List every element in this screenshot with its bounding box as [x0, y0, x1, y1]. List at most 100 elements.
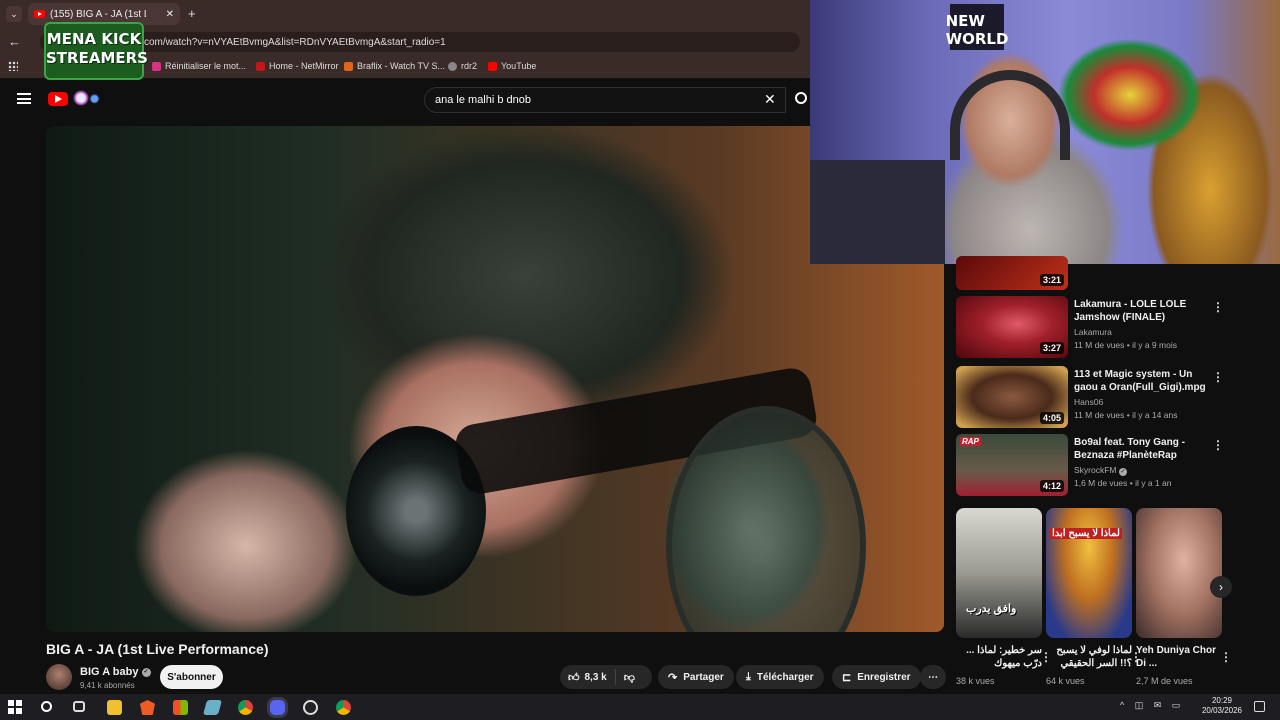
short-thumbnail: لماذا لا يسبح ابدا — [1046, 508, 1132, 638]
video-thumbnail: 3:21 — [956, 256, 1068, 290]
channel-avatar[interactable] — [46, 664, 72, 690]
verified-badge-icon: ✓ — [1118, 468, 1127, 476]
share-button[interactable]: ↷ Partager — [658, 665, 734, 689]
chrome-icon[interactable] — [336, 700, 351, 715]
windows-taskbar — [0, 694, 1280, 720]
bookmark-youtube[interactable]: YouTube — [488, 61, 536, 71]
search-icon[interactable] — [795, 92, 807, 104]
dislike-button[interactable]: 👎︎ — [616, 671, 643, 684]
recommendation-item[interactable]: 4:05 113 et Magic system - Un gaou a Ora… — [956, 366, 1226, 428]
share-arrow-icon: ↷ — [668, 671, 678, 684]
doodle-icon — [72, 90, 102, 106]
more-options-icon[interactable]: ⋮ — [1212, 438, 1224, 452]
clear-search-icon[interactable]: ✕ — [764, 91, 776, 108]
short-thumbnail: وافق يدرب — [956, 508, 1042, 638]
recommendation-channel[interactable]: Hans06 — [1074, 397, 1103, 407]
duration-badge: 3:27 — [1039, 342, 1064, 354]
store-icon[interactable] — [173, 700, 188, 715]
apps-grid-icon[interactable] — [8, 61, 18, 71]
save-button[interactable]: ⊏ Enregistrer — [832, 665, 921, 689]
short-title: سر خطير: لماذا ... درّب ميهوك — [966, 645, 1042, 669]
short-item[interactable]: لماذا لا يسبح ابدا لماذا لوفي لا يسبح ؟!… — [1046, 508, 1142, 686]
verified-badge-icon: ✓ — [141, 667, 151, 677]
youtube-favicon-icon — [34, 10, 45, 18]
task-view-icon[interactable] — [73, 701, 85, 712]
streamer-webcam: NEW WORLD — [810, 0, 1280, 264]
short-views: 2,7 M de vues — [1136, 676, 1193, 686]
headset — [950, 70, 1070, 160]
video-thumbnail: 3:27 — [956, 296, 1068, 358]
netmirror-icon — [256, 61, 265, 71]
wall-poster: NEW WORLD — [946, 4, 1008, 50]
recommendation-channel[interactable]: SkyrockFM ✓ — [1074, 465, 1127, 476]
recommendation-title[interactable]: Lakamura - LOLE LOLE Jamshow (FINALE) — [1074, 298, 1214, 324]
braflix-icon — [344, 61, 353, 71]
more-options-icon[interactable]: ⋮ — [1212, 300, 1224, 314]
search-icon[interactable] — [41, 701, 52, 712]
search-input[interactable]: ana le malhi b dnob — [424, 87, 786, 113]
bookmark-reinitialiser[interactable]: Réinitialiser le mot... — [152, 61, 246, 71]
bookmark-braflix[interactable]: Braflix - Watch TV S... — [344, 61, 445, 71]
recommendation-item[interactable]: RAP 4:12 Bo9al feat. Tony Gang - Beznaza… — [956, 434, 1226, 496]
bookmark-icon: ⊏ — [842, 671, 852, 684]
short-item[interactable]: وافق يدرب سر خطير: لماذا ... درّب ميهوك … — [956, 508, 1052, 686]
globe-icon — [448, 61, 457, 71]
url-field[interactable]: com/watch?v=nVYAEtBvmgA&list=RDnVYAEtBvm… — [40, 32, 800, 52]
short-title: لماذا لوفي لا يسبح ؟!! السر الحقيقي — [1056, 645, 1132, 669]
notifications-icon[interactable] — [1254, 701, 1265, 712]
shorts-next-button[interactable]: › — [1210, 576, 1232, 598]
system-tray-icons[interactable]: ^ ◫ ✉ ▭ — [1120, 700, 1184, 711]
search-query: ana le malhi b dnob — [435, 94, 532, 106]
more-actions-button[interactable]: ⋯ — [920, 665, 946, 689]
recommendation-item[interactable]: 3:21 — [956, 256, 1226, 290]
tab-close-icon[interactable]: ✕ — [166, 9, 174, 20]
recommendation-item[interactable]: 3:27 Lakamura - LOLE LOLE Jamshow (FINAL… — [956, 296, 1226, 358]
bookmark-rdr2[interactable]: rdr2 — [448, 61, 477, 71]
more-options-icon[interactable]: ⋮ — [1220, 650, 1232, 664]
short-views: 38 k vues — [956, 676, 995, 686]
like-count: 8,3 k — [584, 671, 607, 683]
like-button[interactable]: 👍︎ 8,3 k — [560, 669, 616, 685]
more-options-icon[interactable]: ⋮ — [1212, 370, 1224, 384]
duration-badge: 4:05 — [1039, 412, 1064, 424]
recommendation-meta: 1,6 M de vues • il y a 1 an — [1074, 478, 1172, 488]
recommendation-meta: 11 M de vues • il y a 14 ans — [1074, 410, 1178, 420]
duration-badge: 4:12 — [1039, 480, 1064, 492]
file-explorer-icon[interactable] — [107, 700, 122, 715]
short-item[interactable]: Yeh Duniya Chor Di ... 2,7 M de vues ⋮ — [1136, 508, 1232, 686]
chrome-icon[interactable] — [238, 700, 253, 715]
thumbs-up-icon: 👍︎ — [568, 671, 580, 684]
video-thumbnail: RAP 4:12 — [956, 434, 1068, 496]
recommendation-channel[interactable]: Lakamura — [1074, 327, 1112, 337]
download-icon: ⤓ — [746, 670, 751, 683]
recommendation-meta: 11 M de vues • il y a 9 mois — [1074, 340, 1177, 350]
mena-kick-streamers-logo: MENA KICK STREAMERS — [44, 22, 148, 80]
system-clock[interactable]: 20:29 20/03/2026 — [1196, 696, 1248, 716]
short-views: 64 k vues — [1046, 676, 1085, 686]
rap-badge: RAP — [960, 437, 981, 446]
short-thumb-caption: لماذا لا يسبح ابدا — [1050, 528, 1122, 539]
channel-name[interactable]: BIG A baby ✓ — [80, 666, 151, 678]
back-arrow-icon[interactable]: ← — [8, 34, 21, 49]
discord-icon[interactable] — [270, 700, 285, 715]
youtube-logo-icon[interactable] — [48, 92, 68, 106]
hamburger-menu-icon[interactable] — [17, 93, 31, 104]
new-tab-icon[interactable]: + — [188, 6, 196, 21]
recommendation-title[interactable]: 113 et Magic system - Un gaou a Oran(Ful… — [1074, 368, 1214, 394]
instagram-icon — [152, 61, 161, 71]
bookmark-netmirror[interactable]: Home - NetMirror — [256, 61, 339, 71]
duration-badge: 3:21 — [1039, 274, 1064, 286]
windows-start-icon[interactable] — [8, 700, 23, 715]
short-thumbnail — [1136, 508, 1222, 638]
video-title: BIG A - JA (1st Live Performance) — [46, 641, 269, 657]
like-dislike-group: 👍︎ 8,3 k 👎︎ — [560, 665, 652, 689]
url-text: com/watch?v=nVYAEtBvmgA&list=RDnVYAEtBvm… — [144, 36, 446, 48]
recommendation-title[interactable]: Bo9al feat. Tony Gang - Beznaza #Planète… — [1074, 436, 1214, 462]
subscribe-button[interactable]: S'abonner — [160, 665, 223, 689]
subscriber-count: 9,41 k abonnés — [80, 681, 135, 690]
short-title: Yeh Duniya Chor Di ... — [1136, 645, 1217, 669]
tab-list-button[interactable]: ⌄ — [6, 6, 22, 22]
obs-icon[interactable] — [303, 700, 318, 715]
download-button[interactable]: ⤓ Télécharger — [736, 665, 824, 689]
video-thumbnail: 4:05 — [956, 366, 1068, 428]
